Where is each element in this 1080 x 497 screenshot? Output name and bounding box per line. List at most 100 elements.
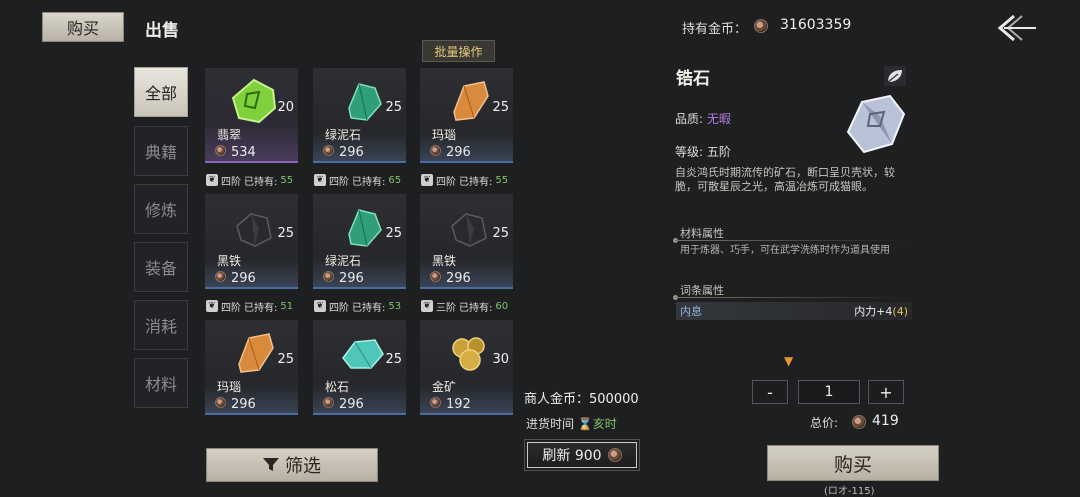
item-price: 296: [339, 397, 364, 412]
filter-button[interactable]: 筛选: [206, 448, 378, 482]
item-card[interactable]: 30 金矿 192: [420, 320, 513, 415]
merchant-gold: 商人金币：500000: [524, 392, 639, 407]
category-materials[interactable]: 材料: [134, 358, 188, 408]
back-arrow-icon[interactable]: [994, 12, 1038, 44]
coin-icon: [430, 145, 441, 156]
item-name: 松石: [325, 380, 350, 394]
item-count: 20: [277, 100, 294, 115]
item-price: 296: [339, 145, 364, 160]
held-label: 已持有:: [244, 176, 278, 188]
item-price: 534: [231, 145, 256, 160]
tier-label: 四阶: [436, 176, 456, 188]
item-count: 30: [492, 352, 509, 367]
zircon-icon: [846, 94, 906, 154]
item-card[interactable]: 25 玛瑙 296: [205, 320, 298, 415]
held-gold-value: 31603359: [780, 17, 852, 33]
material-description: 用于炼器、巧手，可在武学洗练时作为道具使用: [680, 245, 890, 256]
item-tier-info: ❦ 四阶 已持有: 55: [421, 171, 508, 189]
green-mud-stone-icon: [348, 209, 382, 247]
coin-icon: [430, 271, 441, 282]
item-card[interactable]: 25 黑铁 296: [420, 194, 513, 289]
agate-icon: [453, 81, 489, 121]
coin-icon: [323, 271, 334, 282]
tier-label: 三阶: [436, 302, 456, 314]
item-tier-info: ❦ 三阶 已持有: 60: [421, 297, 508, 315]
batch-operation-button[interactable]: 批量操作: [422, 40, 495, 62]
item-tier-info: ❦ 四阶 已持有: 65: [314, 171, 401, 189]
held-label: 已持有:: [459, 302, 493, 314]
category-cultivation[interactable]: 修炼: [134, 184, 188, 234]
coin-icon: [754, 19, 768, 33]
quality-label: 品质:: [675, 112, 704, 126]
black-iron-icon: [236, 213, 272, 247]
leaf-icon: ❦: [206, 174, 218, 186]
coin-icon: [323, 145, 334, 156]
item-price: 296: [231, 271, 256, 286]
item-tier-info: ❦ 四阶 已持有: 55: [206, 171, 293, 189]
quality-line: 品质: 无暇: [675, 110, 731, 127]
coin-icon: [215, 271, 226, 282]
category-all[interactable]: 全部: [134, 67, 188, 117]
leaf-icon: ❦: [421, 300, 433, 312]
category-equipment[interactable]: 装备: [134, 242, 188, 292]
total-price-label: 总价:: [810, 416, 839, 430]
item-price: 296: [339, 271, 364, 286]
held-label: 已持有:: [244, 302, 278, 314]
tier-label: 四阶: [329, 302, 349, 314]
quantity-decrease-button[interactable]: -: [752, 380, 788, 404]
attribute-value: 内力+4(4): [854, 303, 908, 319]
jade-icon: [231, 78, 277, 124]
held-label: 已持有:: [352, 176, 386, 188]
held-count: 65: [388, 174, 402, 186]
buy-button[interactable]: 购买: [767, 445, 939, 481]
item-card[interactable]: 25 松石 296: [313, 320, 406, 415]
item-tier-info: ❦ 四阶 已持有: 53: [314, 297, 401, 315]
item-count: 25: [385, 226, 402, 241]
quantity-increase-button[interactable]: +: [868, 380, 904, 404]
item-card[interactable]: 20 翡翠 534: [205, 68, 298, 163]
refresh-button[interactable]: 刷新 900: [524, 439, 640, 471]
item-price: 192: [446, 397, 471, 412]
filter-label: 筛选: [285, 456, 321, 477]
hourglass-icon: ⌛: [577, 417, 593, 431]
item-card[interactable]: 25 绿泥石 296: [313, 68, 406, 163]
held-count: 51: [280, 300, 294, 312]
quantity-input[interactable]: 1: [798, 380, 860, 404]
item-count: 25: [385, 352, 402, 367]
tab-buy[interactable]: 购买: [42, 12, 124, 42]
item-tier-info: ❦ 四阶 已持有: 51: [206, 297, 293, 315]
restock-time: 进货时间 ⌛亥时: [526, 415, 617, 432]
item-count: 25: [385, 100, 402, 115]
category-consumables[interactable]: 消耗: [134, 300, 188, 350]
item-name: 玛瑙: [217, 380, 242, 394]
divider: [675, 297, 907, 298]
held-label: 已持有:: [459, 176, 493, 188]
attribute-row: 内息 内力+4(4): [676, 302, 912, 320]
coin-icon: [607, 448, 622, 462]
item-card[interactable]: 25 黑铁 296: [205, 194, 298, 289]
coin-icon: [215, 397, 226, 408]
total-price-value: 419: [872, 413, 899, 429]
item-name: 玛瑙: [432, 128, 457, 142]
entry-attributes-heading: 词条属性: [680, 284, 724, 297]
leaf-icon: ❦: [206, 300, 218, 312]
item-price: 296: [446, 271, 471, 286]
held-count: 53: [388, 300, 402, 312]
chevron-down-icon[interactable]: ▼: [784, 354, 793, 368]
item-count: 25: [492, 100, 509, 115]
turquoise-icon: [342, 339, 384, 369]
refresh-label: 刷新 900: [542, 448, 602, 464]
item-card[interactable]: 25 绿泥石 296: [313, 194, 406, 289]
item-count: 25: [492, 226, 509, 241]
held-label: 已持有:: [352, 302, 386, 314]
item-count: 25: [277, 352, 294, 367]
item-card[interactable]: 25 玛瑙 296: [420, 68, 513, 163]
item-description: 自炎鸿氏时期流传的矿石，断口呈贝壳状，较脆，可散星辰之光，高温冶炼可成猫眼。: [675, 166, 895, 193]
gold-ore-icon: [452, 337, 485, 371]
coin-icon: [323, 397, 334, 408]
item-price: 296: [446, 145, 471, 160]
category-books[interactable]: 典籍: [134, 126, 188, 176]
tab-sell[interactable]: 出售: [145, 16, 179, 41]
held-count: 55: [280, 174, 294, 186]
attribute-bonus: (4): [892, 305, 908, 318]
